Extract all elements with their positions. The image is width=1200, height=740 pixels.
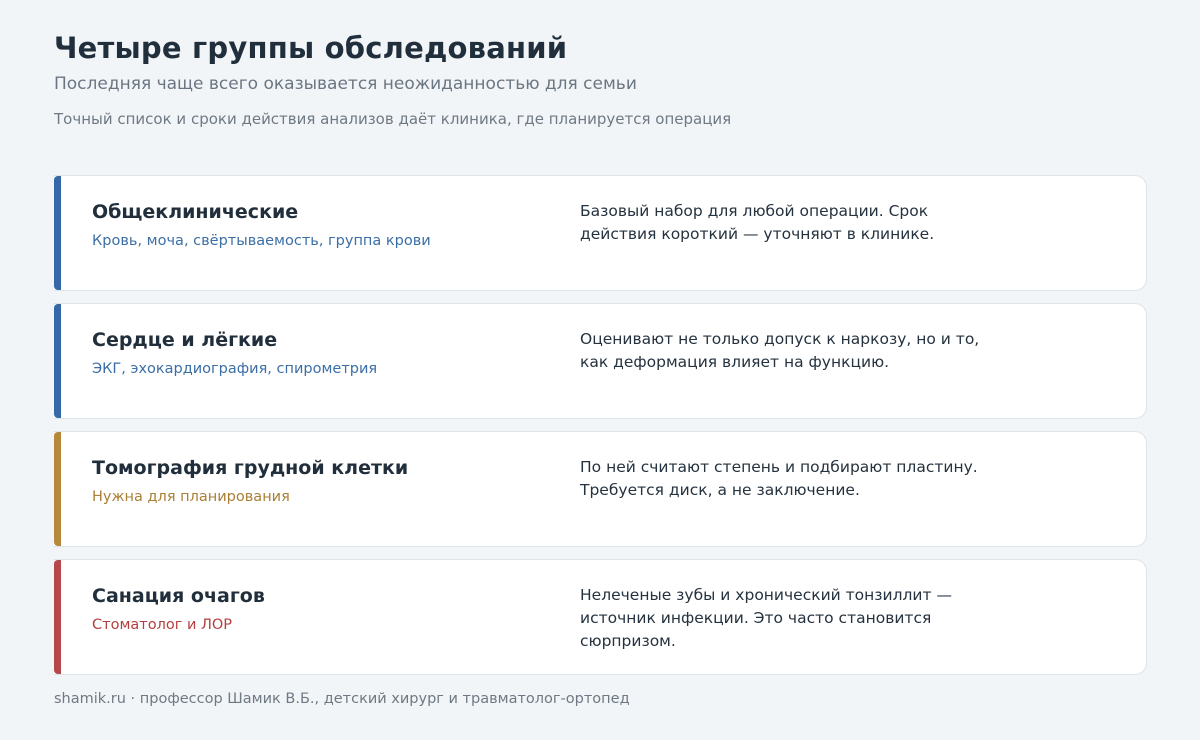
card-description: Нелеченые зубы и хронический тонзиллит —… (580, 586, 952, 650)
card-description: Оценивают не только допуск к наркозу, но… (580, 330, 980, 371)
footer-credit: shamik.ru · профессор Шамик В.Б., детски… (54, 691, 630, 707)
exam-group-card-heart-lungs: Сердце и лёгкие ЭКГ, эхокардиография, сп… (54, 303, 1147, 419)
card-accent-bar (54, 560, 61, 674)
card-accent-bar (54, 176, 61, 290)
page-header: Четыре группы обследований Последняя чащ… (54, 30, 731, 129)
card-accent-bar (54, 432, 61, 546)
card-title: Сердце и лёгкие (92, 329, 278, 351)
card-tags: ЭКГ, эхокардиография, спирометрия (92, 361, 378, 377)
page-note: Точный список и сроки действия анализов … (54, 110, 732, 128)
card-accent-bar (54, 304, 61, 418)
page-title: Четыре группы обследований (54, 31, 568, 65)
card-description: Базовый набор для любой операции. Срок д… (580, 202, 935, 243)
card-title: Томография грудной клетки (92, 457, 409, 479)
exam-group-card-tomography: Томография грудной клетки Нужна для план… (54, 431, 1147, 547)
exam-group-card-general: Общеклинические Кровь, моча, свёртываемо… (54, 175, 1147, 291)
card-description: По ней считают степень и подбирают пласт… (580, 458, 978, 499)
card-tags: Нужна для планирования (92, 489, 290, 505)
page-subtitle: Последняя чаще всего оказывается неожида… (54, 74, 637, 94)
exam-group-card-sanitation: Санация очагов Стоматолог и ЛОР Нелечены… (54, 559, 1147, 675)
card-tags: Стоматолог и ЛОР (92, 617, 233, 633)
card-tags: Кровь, моча, свёртываемость, группа кров… (92, 233, 431, 249)
card-title: Санация очагов (92, 585, 265, 607)
card-title: Общеклинические (92, 201, 299, 223)
exam-groups-list: Общеклинические Кровь, моча, свёртываемо… (54, 175, 1147, 687)
